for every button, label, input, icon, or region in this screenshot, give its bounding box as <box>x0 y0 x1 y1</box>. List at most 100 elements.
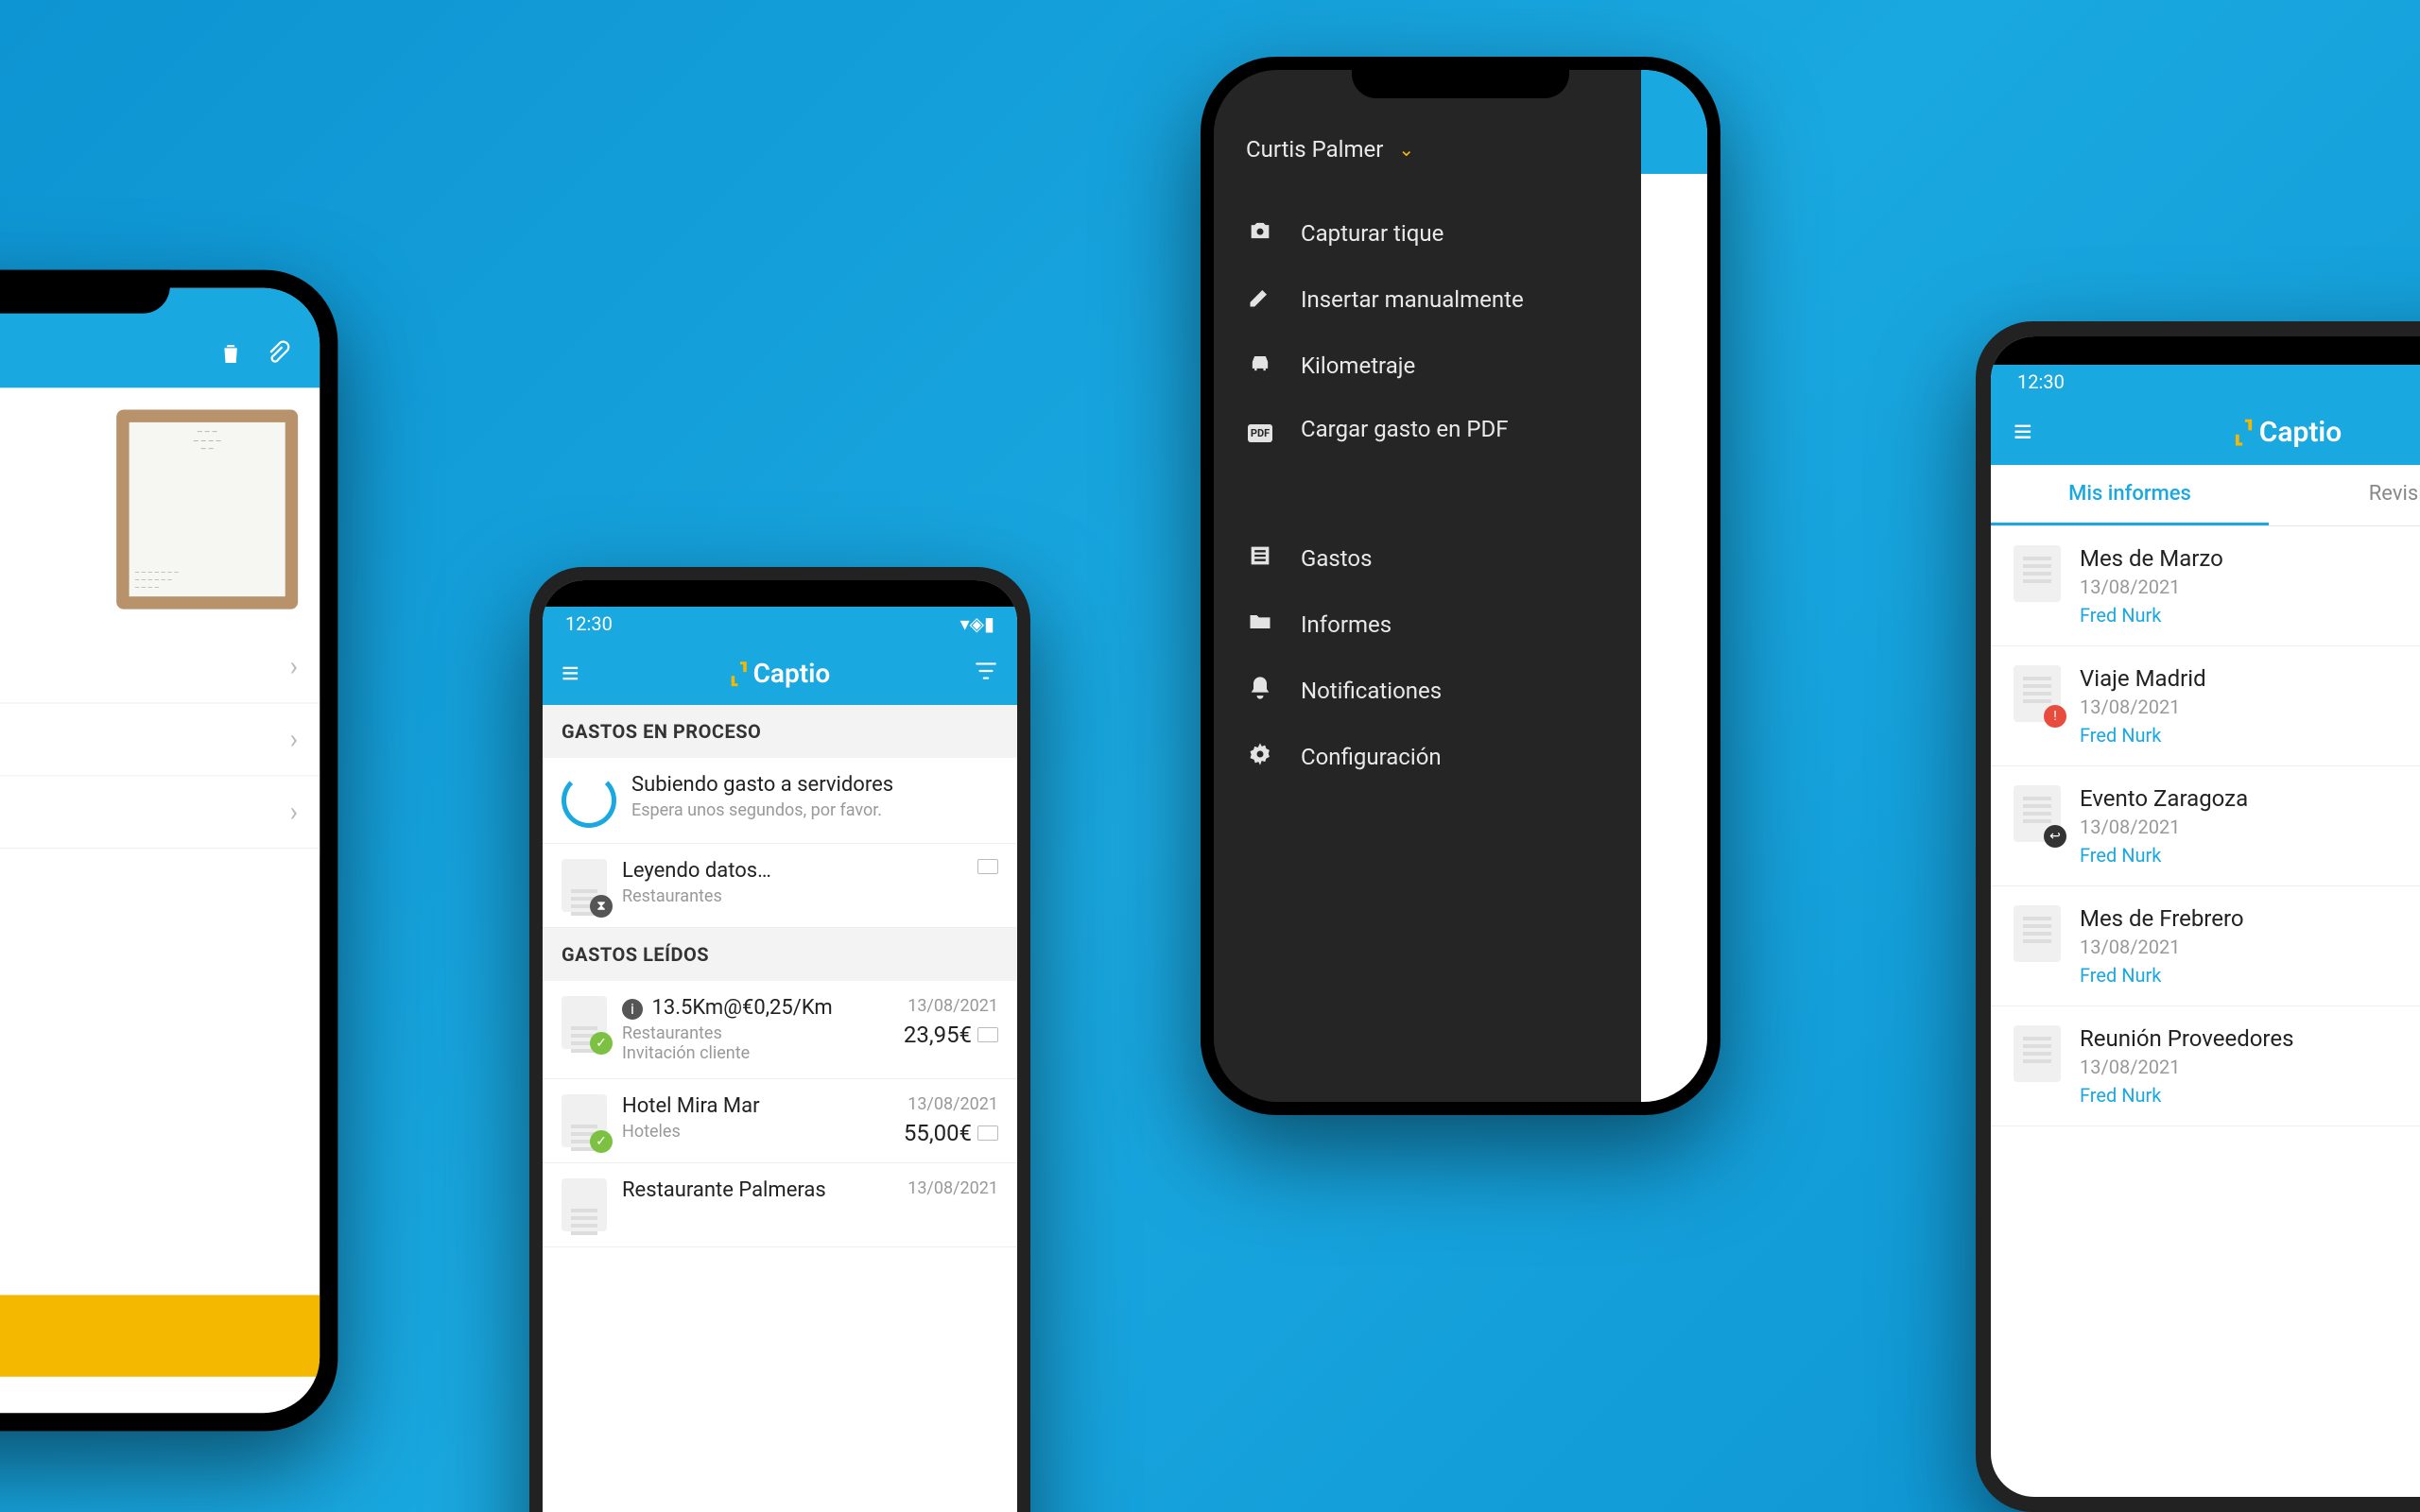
item-category: Hoteles <box>622 1122 889 1142</box>
receipt-icon: ⧗ <box>562 859 607 912</box>
background-content[interactable] <box>1641 70 1707 1102</box>
attachment-icon[interactable] <box>258 334 298 373</box>
status-bar: 12:30 <box>1991 365 2420 399</box>
menu-label: Gastos <box>1301 545 1372 572</box>
field-row-comment[interactable]: entario › <box>0 776 320 849</box>
menu-expenses[interactable]: Gastos <box>1240 525 1615 592</box>
phone-drawer-menu: Curtis Palmer ⌄ Capturar tique Insertar … <box>1201 57 1720 1115</box>
camera-icon <box>1246 217 1274 249</box>
report-item[interactable]: Mes de Frebrero 13/08/2021 Fred Nurk <box>1991 886 2420 1006</box>
item-amount: 55,00€ <box>904 1120 972 1146</box>
receipt-icon: ✓ <box>562 1094 607 1147</box>
report-title: Mes de Frebrero <box>2080 905 2244 932</box>
notch <box>0 270 170 314</box>
hamburger-menu-icon[interactable]: ≡ <box>562 655 599 691</box>
item-subtitle: Espera unos segundos, por favor. <box>631 800 998 820</box>
brand-logo: ⸤⸣ Captio <box>599 658 960 689</box>
receipt-image: — — —— — — —— — — — — — — — —— — — — — —… <box>130 422 285 596</box>
section-header-read: GASTOS LEÍDOS <box>543 928 1017 981</box>
screen: Curtis Palmer ⌄ Capturar tique Insertar … <box>1214 70 1707 1102</box>
tab-review[interactable]: Revisión <box>2269 465 2420 525</box>
report-icon: ! <box>2014 665 2061 722</box>
report-icon <box>2014 545 2061 602</box>
receipt-thumbnail[interactable]: — — —— — — —— — — — — — — — —— — — — — —… <box>116 409 298 609</box>
item-title: Restaurante Palmeras <box>622 1178 892 1202</box>
receipt-icon <box>562 1178 607 1231</box>
menu-reports[interactable]: Informes <box>1240 592 1615 658</box>
card-icon <box>977 1125 998 1141</box>
report-item[interactable]: Reunión Proveedores 13/08/2021 Fred Nurk <box>1991 1006 2420 1126</box>
report-title: Mes de Marzo <box>2080 545 2223 572</box>
report-icon <box>2014 1025 2061 1082</box>
menu-upload-pdf[interactable]: PDF Cargar gasto en PDF <box>1240 399 1615 459</box>
item-date: 13/08/2021 <box>908 1094 998 1114</box>
menu-label: Notificationes <box>1301 678 1442 704</box>
report-date: 13/08/2021 <box>2080 1056 2293 1078</box>
screen: asto EUR — — —— — — —— — — — — — — <box>0 288 320 1413</box>
item-note: Invitación cliente <box>622 1043 889 1063</box>
brand-logo: ⸤⸣ Captio <box>2051 416 2420 449</box>
card-icon <box>977 859 998 874</box>
success-badge-icon: ✓ <box>590 1032 613 1055</box>
section-header-processing: GASTOS EN PROCESO <box>543 705 1017 758</box>
field-row[interactable]: › <box>0 703 320 776</box>
clock: 12:30 <box>565 612 613 635</box>
menu-label: Kilometraje <box>1301 352 1415 379</box>
chevron-right-icon: › <box>290 651 299 683</box>
menu-mileage[interactable]: Kilometraje <box>1240 333 1615 399</box>
sensor-bar <box>1991 336 2420 365</box>
navigation-drawer: Curtis Palmer ⌄ Capturar tique Insertar … <box>1214 70 1641 1102</box>
phone-edit-expense: asto EUR — — —— — — —— — — — — — — <box>0 270 337 1432</box>
screen: 12:30 ≡ ⸤⸣ Captio Mis informes Revisión … <box>1991 336 2420 1497</box>
filter-icon[interactable] <box>960 655 998 691</box>
user-switcher[interactable]: Curtis Palmer ⌄ <box>1240 136 1615 163</box>
menu-notifications[interactable]: Notificationes <box>1240 658 1615 724</box>
bell-icon <box>1246 675 1274 707</box>
item-date: 13/08/2021 <box>908 1178 998 1198</box>
delete-icon[interactable] <box>211 334 251 373</box>
processing-badge-icon: ⧗ <box>590 895 613 918</box>
report-user: Fred Nurk <box>2080 604 2223 627</box>
spinner-icon <box>562 773 616 828</box>
item-title: i 13.5Km@€0,25/Km <box>622 996 889 1020</box>
success-badge-icon: ✓ <box>590 1130 613 1153</box>
menu-label: Configuración <box>1301 744 1442 770</box>
report-item[interactable]: Mes de Marzo 13/08/2021 Fred Nurk <box>1991 526 2420 646</box>
report-title: Viaje Madrid <box>2080 665 2206 692</box>
phone-expenses-list: 12:30 ▾◈▮ ≡ ⸤⸣ Captio GASTOS EN PROCESO … <box>529 567 1030 1512</box>
clock: 12:30 <box>2017 370 2065 393</box>
report-user: Fred Nurk <box>2080 724 2206 747</box>
item-date: 13/08/2021 <box>908 996 998 1016</box>
expense-uploading: Subiendo gasto a servidores Espera unos … <box>543 758 1017 844</box>
list-icon <box>1246 542 1274 575</box>
chevron-down-icon: ⌄ <box>1398 138 1414 161</box>
report-user: Fred Nurk <box>2080 1084 2293 1107</box>
status-bar: 12:30 ▾◈▮ <box>543 607 1017 641</box>
tabs: Mis informes Revisión <box>1991 465 2420 526</box>
receipt-icon: ✓ <box>562 996 607 1049</box>
field-row[interactable]: › <box>0 631 320 704</box>
save-button[interactable]: Guardar <box>0 1295 320 1376</box>
report-item[interactable]: ↩ Evento Zaragoza 13/08/2021 Fred Nurk <box>1991 766 2420 886</box>
expense-item[interactable]: ✓ i 13.5Km@€0,25/Km Restaurantes Invitac… <box>543 981 1017 1079</box>
report-date: 13/08/2021 <box>2080 816 2248 838</box>
expense-reading[interactable]: ⧗ Leyendo datos… Restaurantes <box>543 844 1017 928</box>
wifi-icon: ▾◈▮ <box>960 612 994 635</box>
expense-item[interactable]: Restaurante Palmeras 13/08/2021 <box>543 1163 1017 1247</box>
app-header: ≡ ⸤⸣ Captio <box>1991 399 2420 465</box>
item-title: Subiendo gasto a servidores <box>631 773 998 797</box>
tab-my-reports[interactable]: Mis informes <box>1991 465 2269 525</box>
menu-settings[interactable]: Configuración <box>1240 724 1615 790</box>
expense-item[interactable]: ✓ Hotel Mira Mar Hoteles 13/08/2021 55,0… <box>543 1079 1017 1163</box>
hamburger-menu-icon[interactable]: ≡ <box>2014 413 2051 451</box>
info-icon: i <box>622 999 643 1020</box>
menu-label: Capturar tique <box>1301 220 1443 247</box>
report-item[interactable]: ! Viaje Madrid 13/08/2021 Fred Nurk <box>1991 646 2420 766</box>
pencil-icon <box>1246 284 1274 316</box>
app-header-peek <box>1641 70 1707 174</box>
menu-capture-receipt[interactable]: Capturar tique <box>1240 200 1615 266</box>
report-date: 13/08/2021 <box>2080 576 2223 598</box>
menu-insert-manually[interactable]: Insertar manualmente <box>1240 266 1615 333</box>
menu-label: Cargar gasto en PDF <box>1301 416 1508 442</box>
report-icon: ↩ <box>2014 785 2061 842</box>
